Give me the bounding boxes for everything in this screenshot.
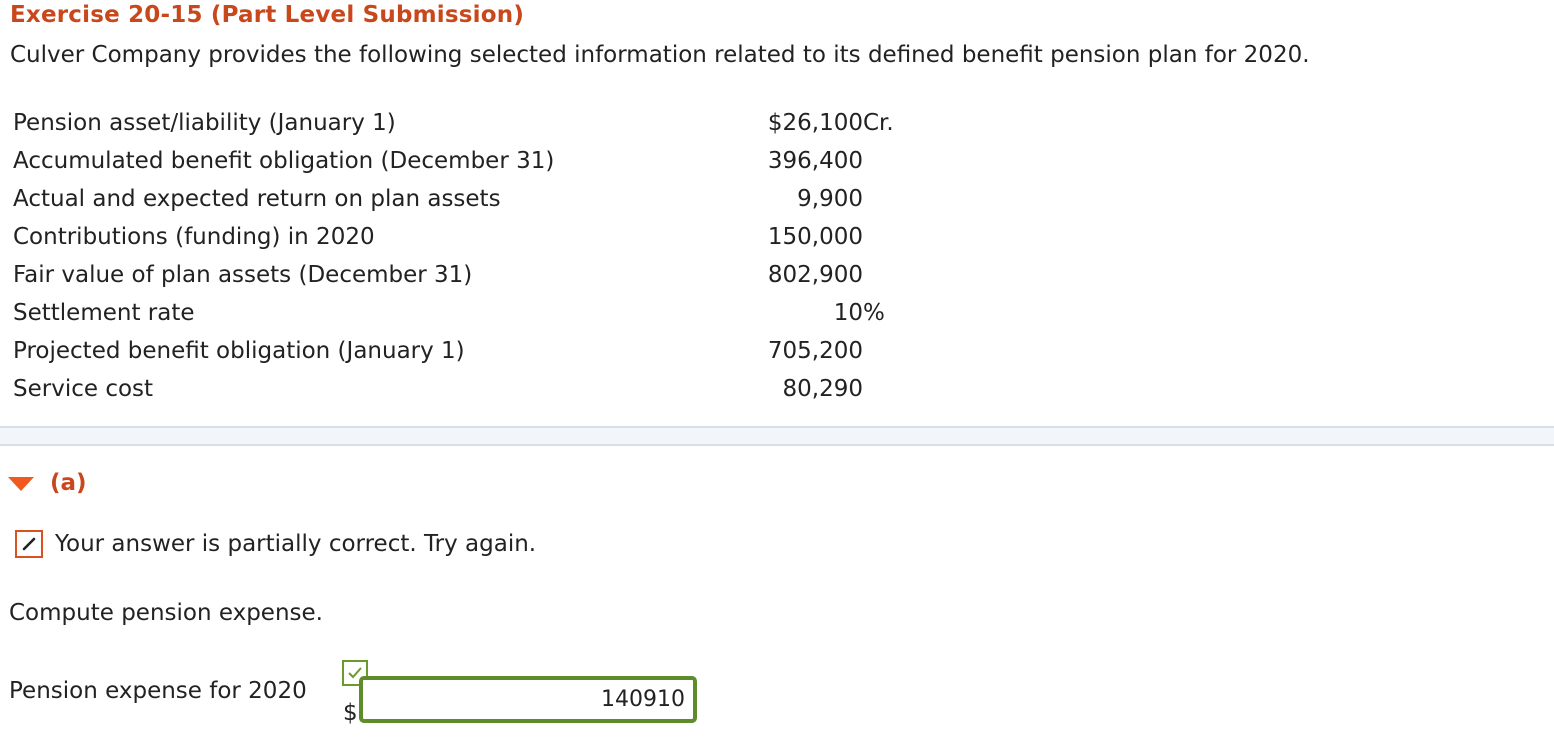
section-divider	[0, 426, 1554, 446]
pencil-icon	[15, 530, 43, 558]
data-row-label: Contributions (funding) in 2020	[13, 224, 375, 250]
data-row-suffix: %	[863, 300, 885, 326]
data-row-value: 10	[833, 300, 863, 326]
data-row-label: Actual and expected return on plan asset…	[13, 186, 501, 212]
data-row-label: Pension asset/liability (January 1)	[13, 110, 396, 136]
data-row-value: 150,000	[767, 224, 863, 250]
data-row-value: 9,900	[797, 186, 863, 212]
pension-expense-input[interactable]	[359, 676, 697, 723]
feedback-text: Your answer is partially correct. Try ag…	[55, 531, 537, 557]
exercise-intro: Culver Company provides the following se…	[10, 42, 1310, 68]
answer-label: Pension expense for 2020	[9, 678, 307, 704]
feedback-message: Your answer is partially correct. Try ag…	[15, 530, 536, 558]
currency-symbol: $	[343, 700, 358, 726]
data-row-value: $26,100	[767, 110, 863, 136]
question-text: Compute pension expense.	[9, 600, 323, 626]
exercise-title: Exercise 20-15 (Part Level Submission)	[10, 2, 525, 28]
data-row-suffix: Cr.	[863, 110, 894, 136]
data-row-value: 80,290	[782, 376, 863, 402]
data-row-label: Settlement rate	[13, 300, 195, 326]
data-row-label: Service cost	[13, 376, 154, 402]
data-row-value: 802,900	[767, 262, 863, 288]
caret-down-icon[interactable]	[8, 477, 34, 491]
data-row-value: 396,400	[767, 148, 863, 174]
data-row-label: Accumulated benefit obligation (December…	[13, 148, 555, 174]
data-row-value: 705,200	[767, 338, 863, 364]
data-row-label: Projected benefit obligation (January 1)	[13, 338, 465, 364]
data-row-label: Fair value of plan assets (December 31)	[13, 262, 473, 288]
part-label: (a)	[50, 470, 87, 496]
part-a-toggle[interactable]: (a)	[8, 466, 87, 500]
